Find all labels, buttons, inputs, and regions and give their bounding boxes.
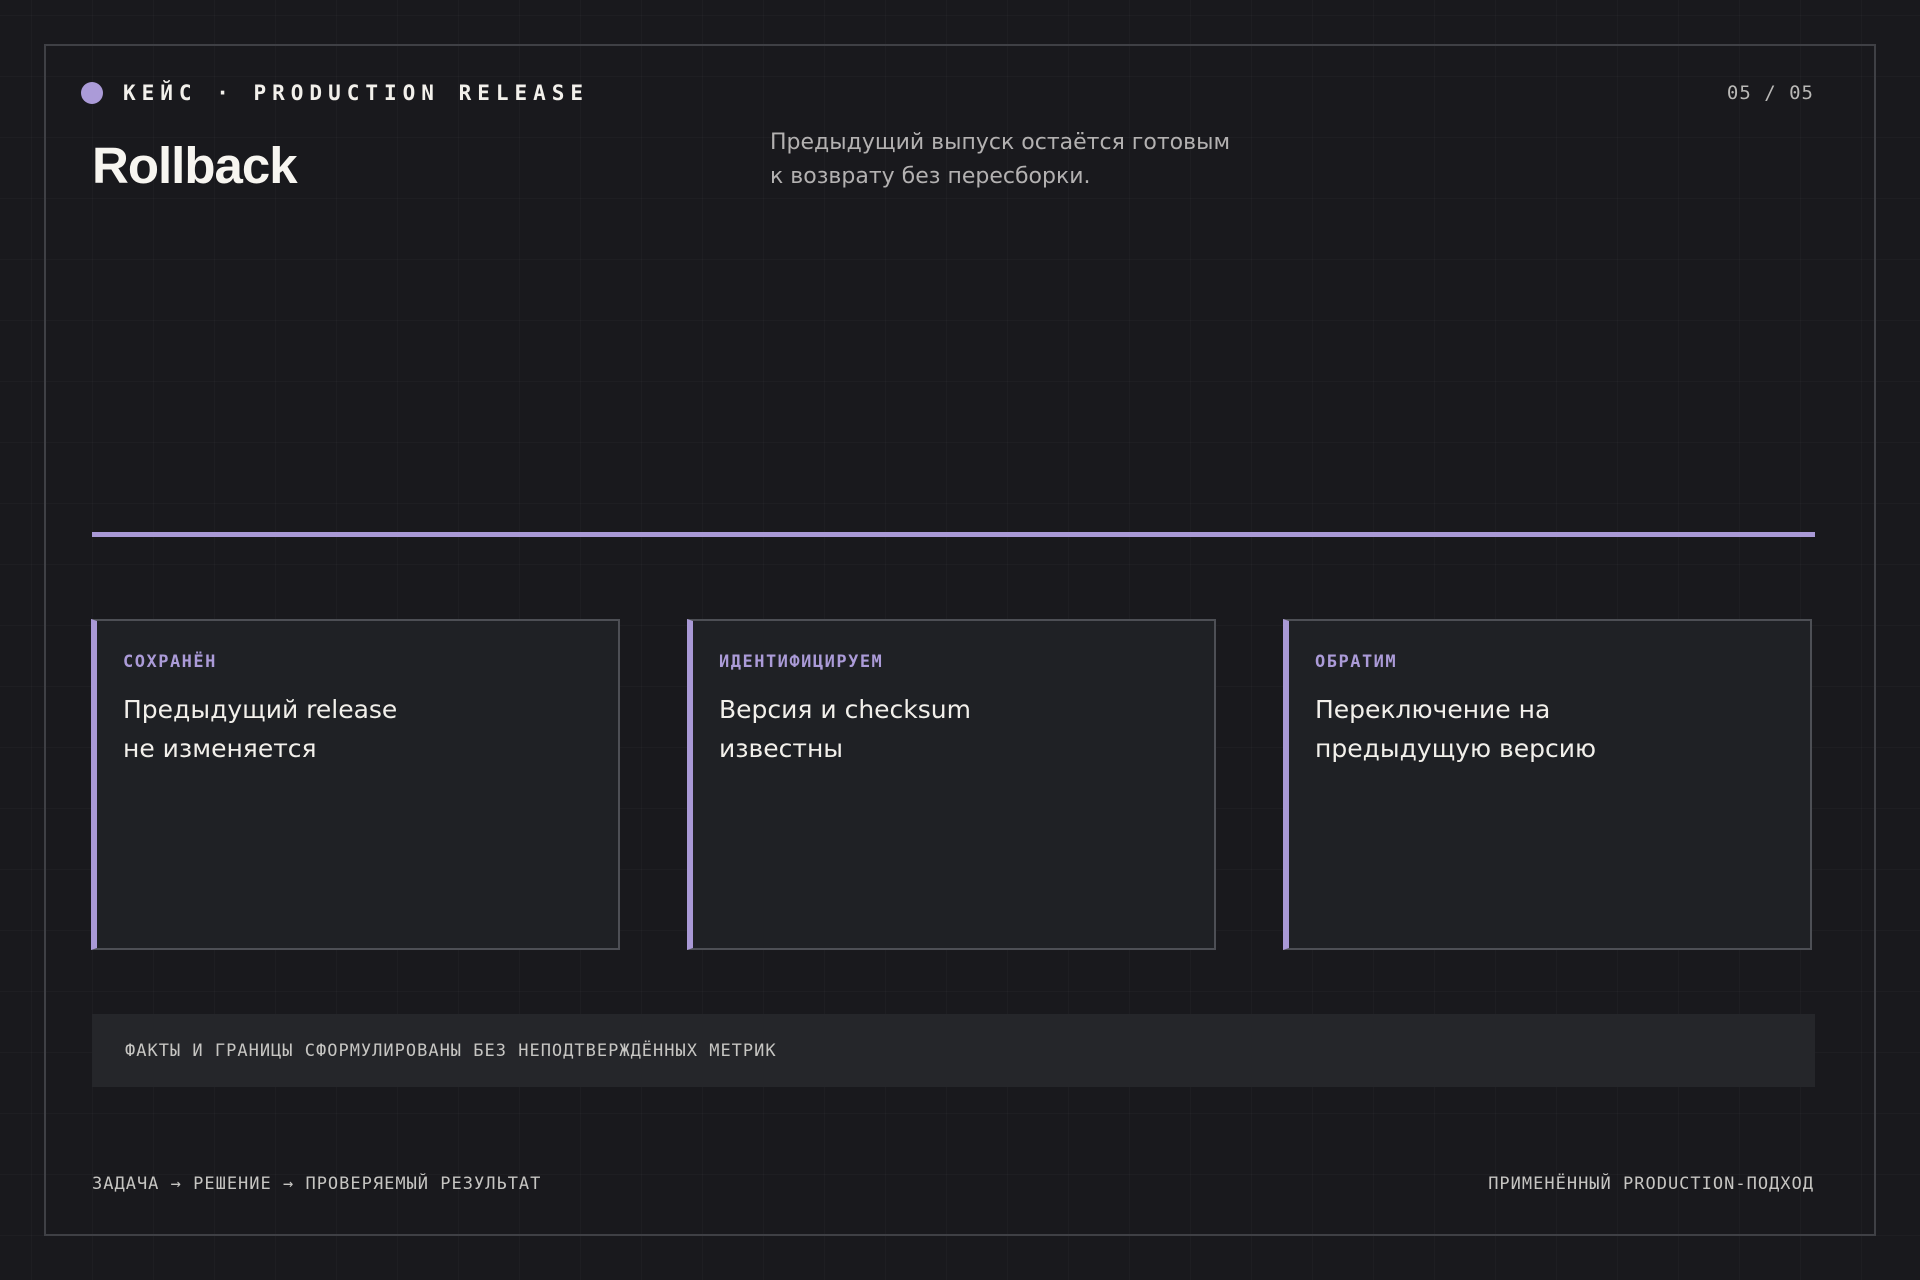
card-identifiable: ИДЕНТИФИЦИРУЕМ Версия и checksum известн… — [687, 619, 1216, 950]
card-label: ОБРАТИМ — [1315, 652, 1398, 672]
note-banner: ФАКТЫ И ГРАНИЦЫ СФОРМУЛИРОВАНЫ БЕЗ НЕПОД… — [92, 1014, 1815, 1087]
card-text-line: Переключение на — [1315, 695, 1551, 724]
card-label: СОХРАНЁН — [123, 652, 217, 672]
card-reversible: ОБРАТИМ Переключение на предыдущую верси… — [1283, 619, 1812, 950]
footer-tagline: ПРИМЕНЁННЫЙ PRODUCTION-ПОДХОД — [1488, 1174, 1814, 1194]
card-text: Предыдущий release не изменяется — [123, 690, 593, 768]
slide-title: Rollback — [92, 137, 298, 194]
eyebrow-label: КЕЙС · PRODUCTION RELEASE — [123, 81, 590, 105]
card-text-line: не изменяется — [123, 734, 317, 763]
card-text-line: предыдущую версию — [1315, 734, 1597, 763]
page-number: 05 / 05 — [1726, 82, 1814, 104]
card-saved: СОХРАНЁН Предыдущий release не изменяетс… — [91, 619, 620, 950]
card-text-line: известны — [719, 734, 844, 763]
card-text: Версия и checksum известны — [719, 690, 1189, 768]
accent-dot-icon — [81, 82, 103, 104]
note-text: ФАКТЫ И ГРАНИЦЫ СФОРМУЛИРОВАНЫ БЕЗ НЕПОД… — [125, 1040, 777, 1061]
card-label: ИДЕНТИФИЦИРУЕМ — [719, 652, 884, 672]
slide-header: КЕЙС · PRODUCTION RELEASE — [81, 81, 589, 105]
subtitle-line: Предыдущий выпуск остаётся готовым — [770, 130, 1231, 155]
card-text: Переключение на предыдущую версию — [1315, 690, 1785, 768]
slide-subtitle: Предыдущий выпуск остаётся готовым к воз… — [770, 126, 1290, 194]
accent-divider — [92, 532, 1815, 537]
subtitle-line: к возврату без пересборки. — [770, 164, 1091, 189]
card-text-line: Предыдущий release — [123, 695, 398, 724]
card-text-line: Версия и checksum — [719, 695, 971, 724]
footer-flow: ЗАДАЧА → РЕШЕНИЕ → ПРОВЕРЯЕМЫЙ РЕЗУЛЬТАТ — [92, 1174, 542, 1194]
